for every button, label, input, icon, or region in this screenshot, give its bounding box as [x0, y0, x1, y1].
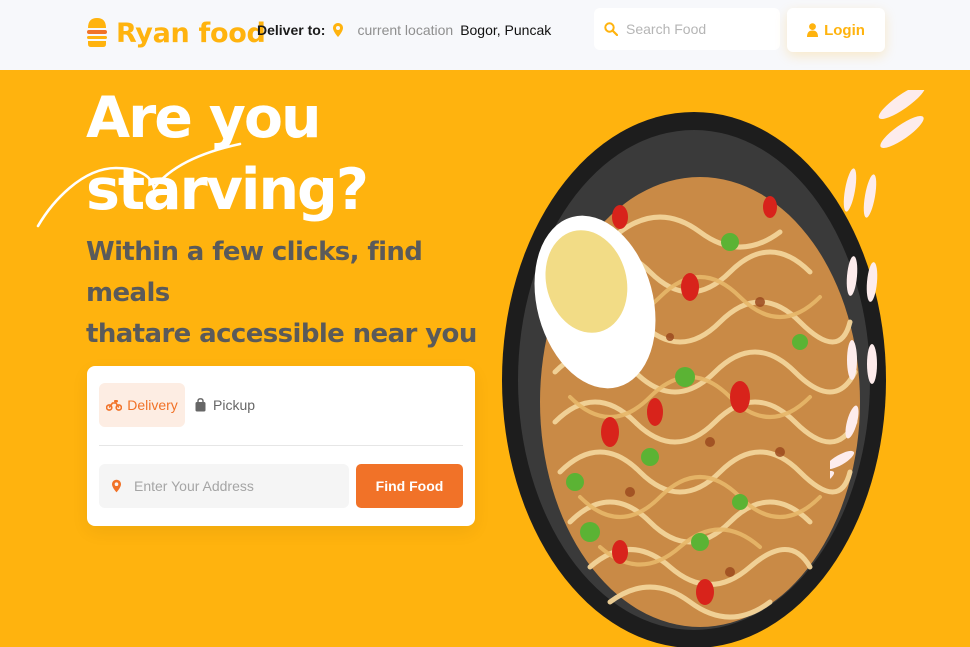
burger-logo-icon: [87, 18, 107, 47]
search-box[interactable]: [594, 8, 780, 50]
hero-subtitle-line-2: thatare accessible near you: [86, 319, 477, 349]
find-food-label: Find Food: [375, 478, 444, 494]
deliver-to[interactable]: Deliver to: current location Bogor, Punc…: [257, 22, 551, 38]
location-pin-icon: [112, 479, 121, 493]
decorative-dashes: [830, 90, 926, 490]
tab-delivery-label: Delivery: [127, 397, 178, 413]
hero-subtitle-line-1: Within a few clicks, find meals: [86, 237, 423, 308]
deliver-label: Deliver to:: [257, 22, 326, 38]
tab-pickup-label: Pickup: [213, 397, 256, 413]
search-input[interactable]: [626, 21, 766, 37]
login-button[interactable]: Login: [787, 8, 885, 52]
shopping-bag-icon: [195, 398, 206, 412]
brand-name: Ryan food: [116, 17, 266, 49]
current-location-label: current location: [357, 22, 454, 38]
user-icon: [807, 23, 819, 37]
order-card: Delivery Pickup Find Food: [87, 366, 475, 526]
top-navbar: Ryan food Deliver to: current location B…: [0, 0, 970, 70]
delivery-city: Bogor, Puncak: [460, 22, 552, 38]
hero-title-line-2: starving?: [86, 157, 369, 223]
search-icon: [604, 22, 618, 36]
card-divider: [99, 445, 463, 446]
find-food-button[interactable]: Find Food: [356, 464, 463, 508]
brand-logo[interactable]: Ryan food: [86, 16, 266, 50]
hero-subtitle: Within a few clicks, find meals thatare …: [86, 232, 506, 355]
location-pin-icon: [333, 23, 344, 37]
motorcycle-icon: [106, 400, 123, 411]
address-input[interactable]: [134, 478, 334, 494]
address-field[interactable]: [99, 464, 349, 508]
login-label: Login: [824, 21, 865, 39]
hero-title-line-1: Are you: [86, 85, 322, 151]
tab-delivery[interactable]: Delivery: [99, 383, 185, 427]
tab-pickup[interactable]: Pickup: [195, 383, 255, 427]
hero-title: Are you starving?: [86, 82, 369, 226]
